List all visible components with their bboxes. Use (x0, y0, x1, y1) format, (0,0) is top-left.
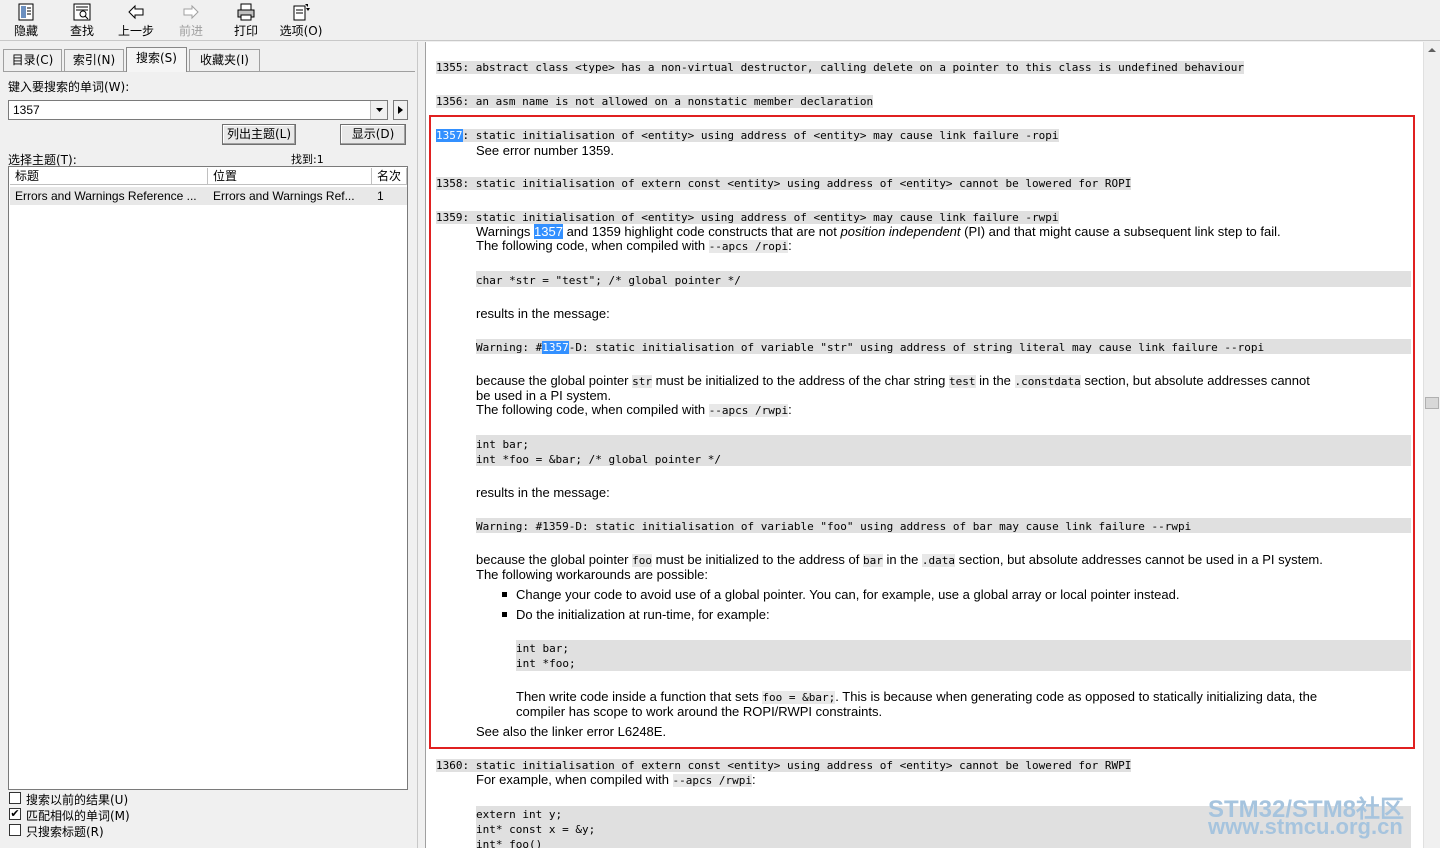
toolbar: 隐藏 查找 上一步 前进 打印 选项(O) (0, 0, 1440, 41)
found-count: 找到:1 (291, 153, 324, 166)
print-label: 打印 (233, 24, 258, 38)
column-header-title[interactable]: 标题 (10, 168, 208, 185)
fe-code: --apcs /rwpi (672, 774, 753, 787)
titles-only-label: 只搜索标题(R) (26, 825, 104, 839)
back-arrow-icon (128, 4, 144, 20)
hide-icon (18, 3, 34, 21)
tab-index[interactable]: 索引(N) (64, 49, 124, 71)
column-header-rank[interactable]: 名次 (372, 168, 407, 185)
back-button[interactable]: 上一步 (111, 3, 161, 39)
forward-label: 前进 (178, 24, 203, 38)
search-dropdown-button[interactable] (370, 101, 387, 119)
code4-line1: extern int y; (476, 808, 563, 821)
display-button[interactable]: 显示(D) (340, 124, 406, 145)
fe-colon: : (752, 772, 756, 787)
forward-arrow-icon (183, 4, 199, 20)
find-label: 查找 (69, 24, 94, 38)
find-button[interactable]: 查找 (57, 3, 107, 39)
error-1360: 1360: static initialisation of extern co… (436, 759, 1132, 772)
code4-line2: int* const x = &y; (476, 823, 596, 836)
result-title[interactable]: Errors and Warnings Reference ... (10, 187, 208, 205)
search-prompt-label: 键入要搜索的单词(W): (8, 80, 130, 94)
match-similar-label: 匹配相似的单词(M) (26, 809, 130, 823)
tab-divider (3, 71, 415, 72)
titles-only-checkbox[interactable] (9, 824, 21, 836)
error-1355: 1355: abstract class <type> has a non-vi… (436, 61, 1244, 74)
find-icon (73, 3, 91, 21)
chevron-right-icon (398, 106, 403, 114)
forward-button[interactable]: 前进 (166, 3, 216, 39)
options-icon (293, 4, 310, 21)
scrollbar-thumb[interactable] (1425, 397, 1439, 409)
highlight-annotation-box (429, 115, 1415, 749)
list-topics-button[interactable]: 列出主题(L) (222, 124, 296, 145)
result-location[interactable]: Errors and Warnings Ref... (208, 187, 372, 205)
scroll-up-icon (1428, 48, 1436, 52)
pane-splitter[interactable] (417, 42, 425, 848)
search-previous-checkbox[interactable] (9, 792, 21, 804)
tab-search[interactable]: 搜索(S) (126, 47, 187, 72)
options-label: 选项(O) (279, 24, 323, 38)
search-operator-button[interactable] (393, 100, 408, 120)
results-table[interactable]: 标题 位置 名次 Errors and Warnings Reference .… (8, 166, 408, 790)
column-header-location[interactable]: 位置 (208, 168, 372, 185)
error-1356: 1356: an asm name is not allowed on a no… (436, 95, 874, 108)
search-input[interactable]: 1357 (8, 100, 388, 120)
for-example-rwpi: For example, when compiled with --apcs /… (476, 772, 756, 787)
watermark-url: www.stmcu.org.cn (1208, 814, 1403, 839)
search-previous-label: 搜索以前的结果(U) (26, 793, 129, 807)
content-scrollbar[interactable] (1423, 42, 1440, 848)
code4-line3: int* foo() (476, 838, 543, 848)
navigation-pane: 目录(C) 索引(N) 搜索(S) 收藏夹(I) 键入要搜索的单词(W): 13… (0, 42, 417, 848)
fe-pre: For example, when compiled with (476, 772, 673, 787)
hide-label: 隐藏 (13, 24, 38, 38)
options-button[interactable]: 选项(O) (276, 3, 326, 39)
tab-favorites[interactable]: 收藏夹(I) (189, 49, 260, 71)
match-similar-checkbox[interactable]: ✔ (9, 808, 21, 820)
chevron-down-icon (376, 108, 383, 112)
result-rank[interactable]: 1 (372, 187, 407, 205)
tab-contents[interactable]: 目录(C) (3, 49, 62, 71)
hide-button[interactable]: 隐藏 (1, 3, 51, 39)
printer-icon (237, 3, 255, 21)
print-button[interactable]: 打印 (221, 3, 271, 39)
back-label: 上一步 (117, 24, 154, 38)
